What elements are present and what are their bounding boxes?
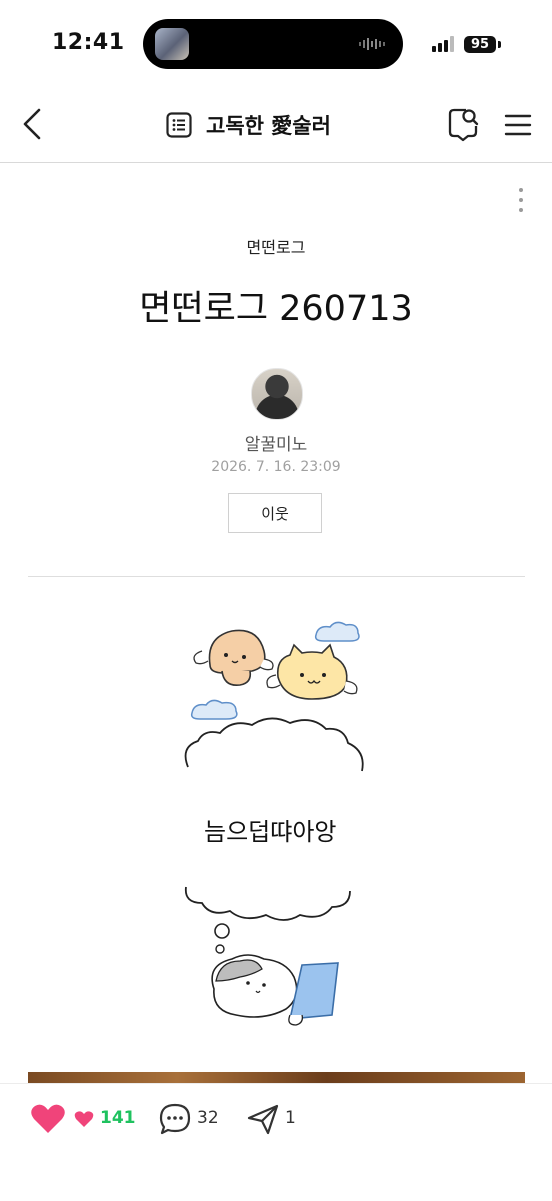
drawing-caption: 늠으덥땨아앙 [204, 818, 337, 846]
hamburger-icon[interactable] [503, 110, 533, 140]
battery-level: 95 [464, 36, 496, 53]
avatar[interactable] [251, 368, 303, 420]
share-count: 1 [285, 1108, 296, 1128]
bottom-action-bar: 141 32 1 [0, 1083, 552, 1201]
send-icon[interactable] [246, 1102, 280, 1136]
signal-icon [432, 36, 454, 52]
blog-title-link[interactable]: 고독한 愛술러 [166, 108, 331, 142]
neighbor-button[interactable]: 이웃 [228, 493, 322, 533]
now-playing-thumbnail [155, 28, 189, 60]
post-title: 면떤로그 260713 [139, 289, 413, 329]
heart-small-icon [74, 1111, 94, 1127]
post-category[interactable]: 면떤로그 [0, 234, 552, 258]
top-nav: 고독한 愛술러 [0, 90, 552, 163]
author-name[interactable]: 알꿀미노 [0, 430, 552, 455]
search-button[interactable] [446, 106, 480, 142]
heart-icon[interactable] [30, 1103, 66, 1135]
like-count[interactable]: 141 [100, 1108, 136, 1128]
status-time: 12:41 [52, 30, 125, 55]
divider [28, 576, 525, 577]
status-bar: 12:41 95 [0, 0, 552, 90]
blog-title: 고독한 愛술러 [206, 114, 331, 138]
more-options-icon[interactable] [508, 185, 534, 215]
back-button[interactable] [14, 104, 54, 144]
comment-count: 32 [197, 1108, 219, 1128]
comment-icon[interactable] [158, 1102, 192, 1136]
dynamic-island[interactable] [143, 19, 403, 69]
post-photo-top [28, 1072, 525, 1083]
battery-tip [498, 41, 501, 48]
post-date: 2026. 7. 16. 23:09 [211, 459, 341, 475]
list-icon [166, 112, 192, 138]
audio-wave-icon [359, 38, 385, 50]
